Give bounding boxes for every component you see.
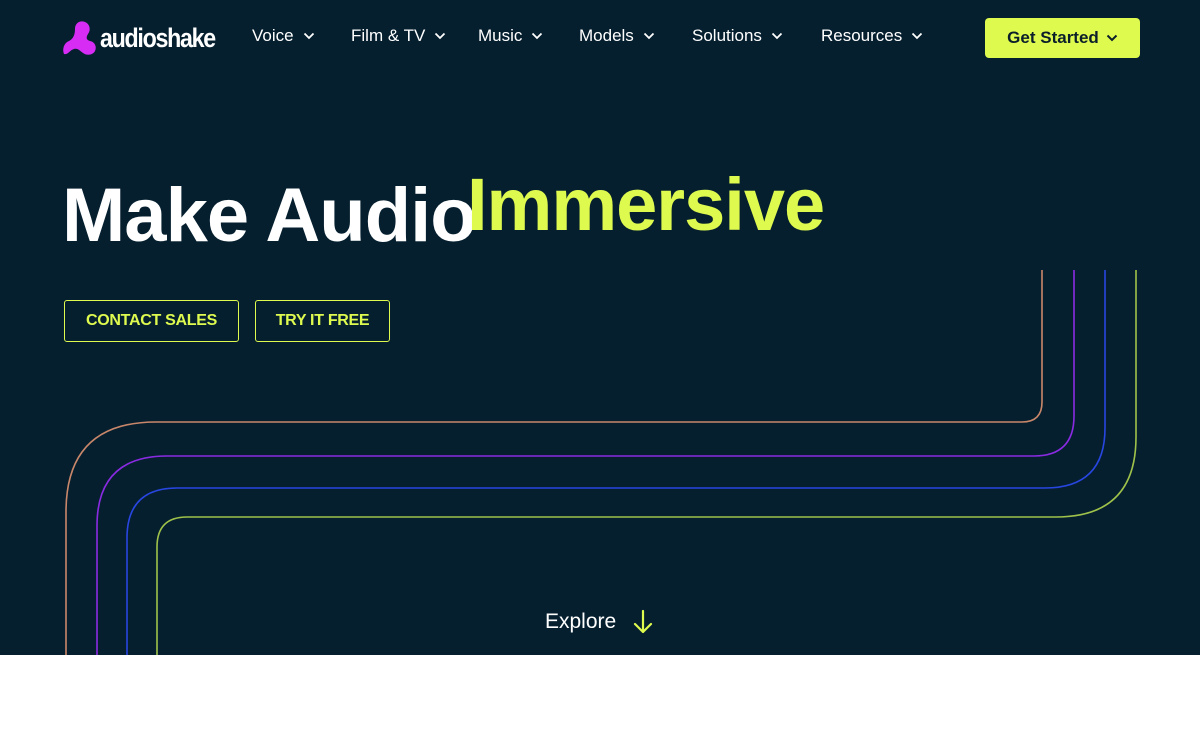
contact-sales-button[interactable]: CONTACT SALES: [64, 300, 239, 342]
chevron-down-icon: [912, 32, 923, 40]
arrow-down-icon: [634, 609, 653, 634]
nav-item-label: Music: [478, 26, 523, 45]
wave-line-2: [96, 270, 1075, 655]
hero-section: audioshake Voice Film & TV Music Models …: [0, 0, 1200, 655]
nav-item-label: Resources: [821, 26, 903, 45]
chevron-down-icon: [643, 32, 654, 40]
chevron-down-icon: [532, 32, 543, 40]
nav-item-voice[interactable]: Voice: [252, 24, 315, 48]
explore-link[interactable]: Explore: [545, 608, 654, 636]
chevron-down-icon: [303, 32, 314, 40]
chevron-down-icon: [1106, 34, 1118, 42]
logo-text: audioshake: [100, 22, 216, 53]
chevron-down-icon: [435, 32, 446, 40]
chevron-down-icon: [771, 32, 783, 40]
nav-item-music[interactable]: Music: [478, 24, 543, 48]
nav-item-models[interactable]: Models: [579, 24, 655, 48]
try-it-free-button[interactable]: TRY IT FREE: [255, 300, 390, 342]
nav-item-solutions[interactable]: Solutions: [692, 24, 783, 48]
explore-label: Explore: [545, 610, 617, 633]
page-content-below: [0, 655, 1200, 750]
nav-item-label: Models: [579, 26, 634, 45]
nav-item-resources[interactable]: Resources: [821, 24, 923, 48]
hero-headline-accent: Immersive: [467, 163, 825, 246]
nav-item-label: Solutions: [692, 26, 762, 45]
hero-headline: Make Audio: [62, 173, 477, 258]
get-started-label: Get Started: [1007, 28, 1099, 47]
nav-item-label: Film & TV: [351, 26, 426, 45]
nav-item-label: Voice: [252, 26, 294, 45]
get-started-button[interactable]: Get Started: [985, 18, 1140, 58]
nav-item-film-tv[interactable]: Film & TV: [351, 24, 446, 48]
audioshake-logo[interactable]: audioshake: [60, 19, 234, 57]
audioshake-logo-icon: [63, 21, 96, 55]
